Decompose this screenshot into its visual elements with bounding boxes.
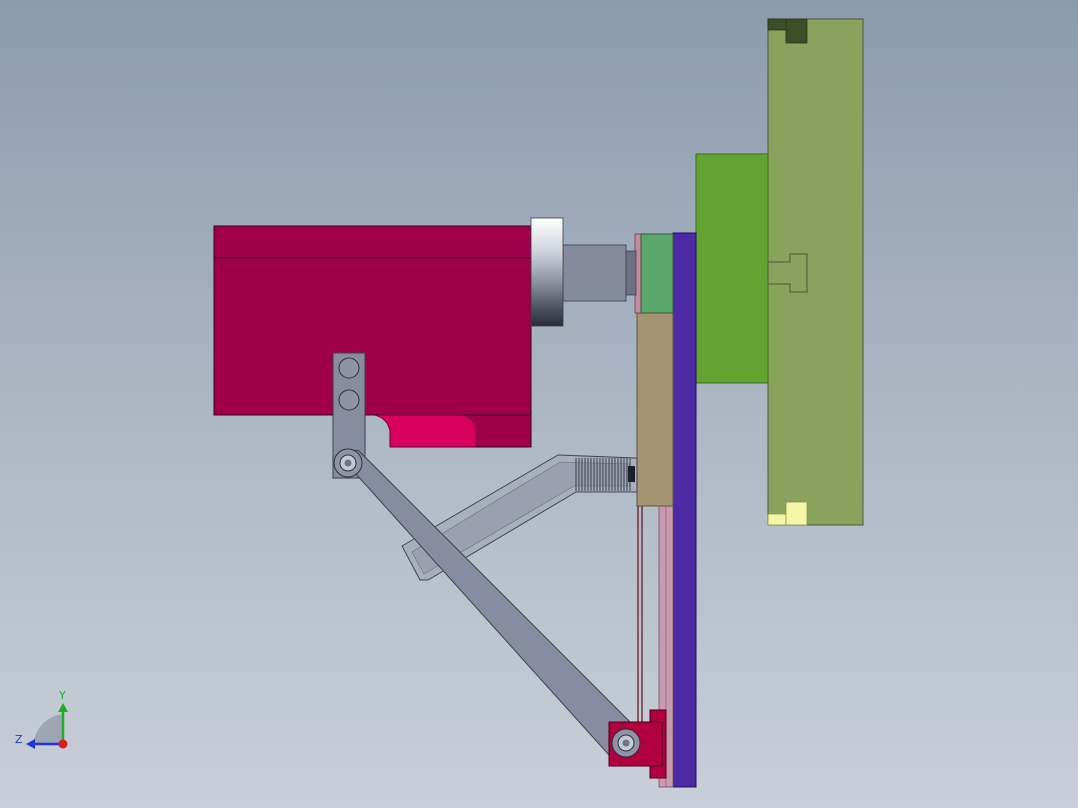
yellow-tab-right xyxy=(785,501,808,526)
motor-slot xyxy=(373,414,477,448)
cad-viewport[interactable]: Y Z xyxy=(0,0,1078,808)
olive-plate-dark-tab-left xyxy=(767,18,787,31)
y-axis-label: Y xyxy=(58,689,66,702)
triad-plane-icon xyxy=(33,714,63,744)
yellow-tab-left xyxy=(767,513,787,526)
y-axis-arrow-icon xyxy=(58,703,68,712)
motor-body[interactable] xyxy=(213,225,532,416)
steel-ring xyxy=(530,217,564,327)
z-axis-arrow-icon xyxy=(26,739,35,749)
assembly-drawing: Y Z xyxy=(15,18,864,788)
z-axis-label: Z xyxy=(15,733,23,746)
bolt-icon xyxy=(338,357,360,379)
spring-clip xyxy=(628,466,635,482)
green-coupling-block[interactable] xyxy=(640,233,674,314)
x-axis-dot-icon xyxy=(58,739,68,749)
bolt-icon xyxy=(338,389,360,411)
hex-nut-center xyxy=(622,739,630,747)
hex-nut-center xyxy=(344,459,352,467)
orientation-triad[interactable]: Y Z xyxy=(15,689,68,749)
shaft-collar xyxy=(625,250,637,296)
tan-slider-block[interactable] xyxy=(636,312,674,507)
motor-shaft[interactable] xyxy=(562,244,627,302)
olive-plate-dark-tab-right xyxy=(785,18,808,44)
blue-vertical-plate[interactable] xyxy=(672,232,697,788)
